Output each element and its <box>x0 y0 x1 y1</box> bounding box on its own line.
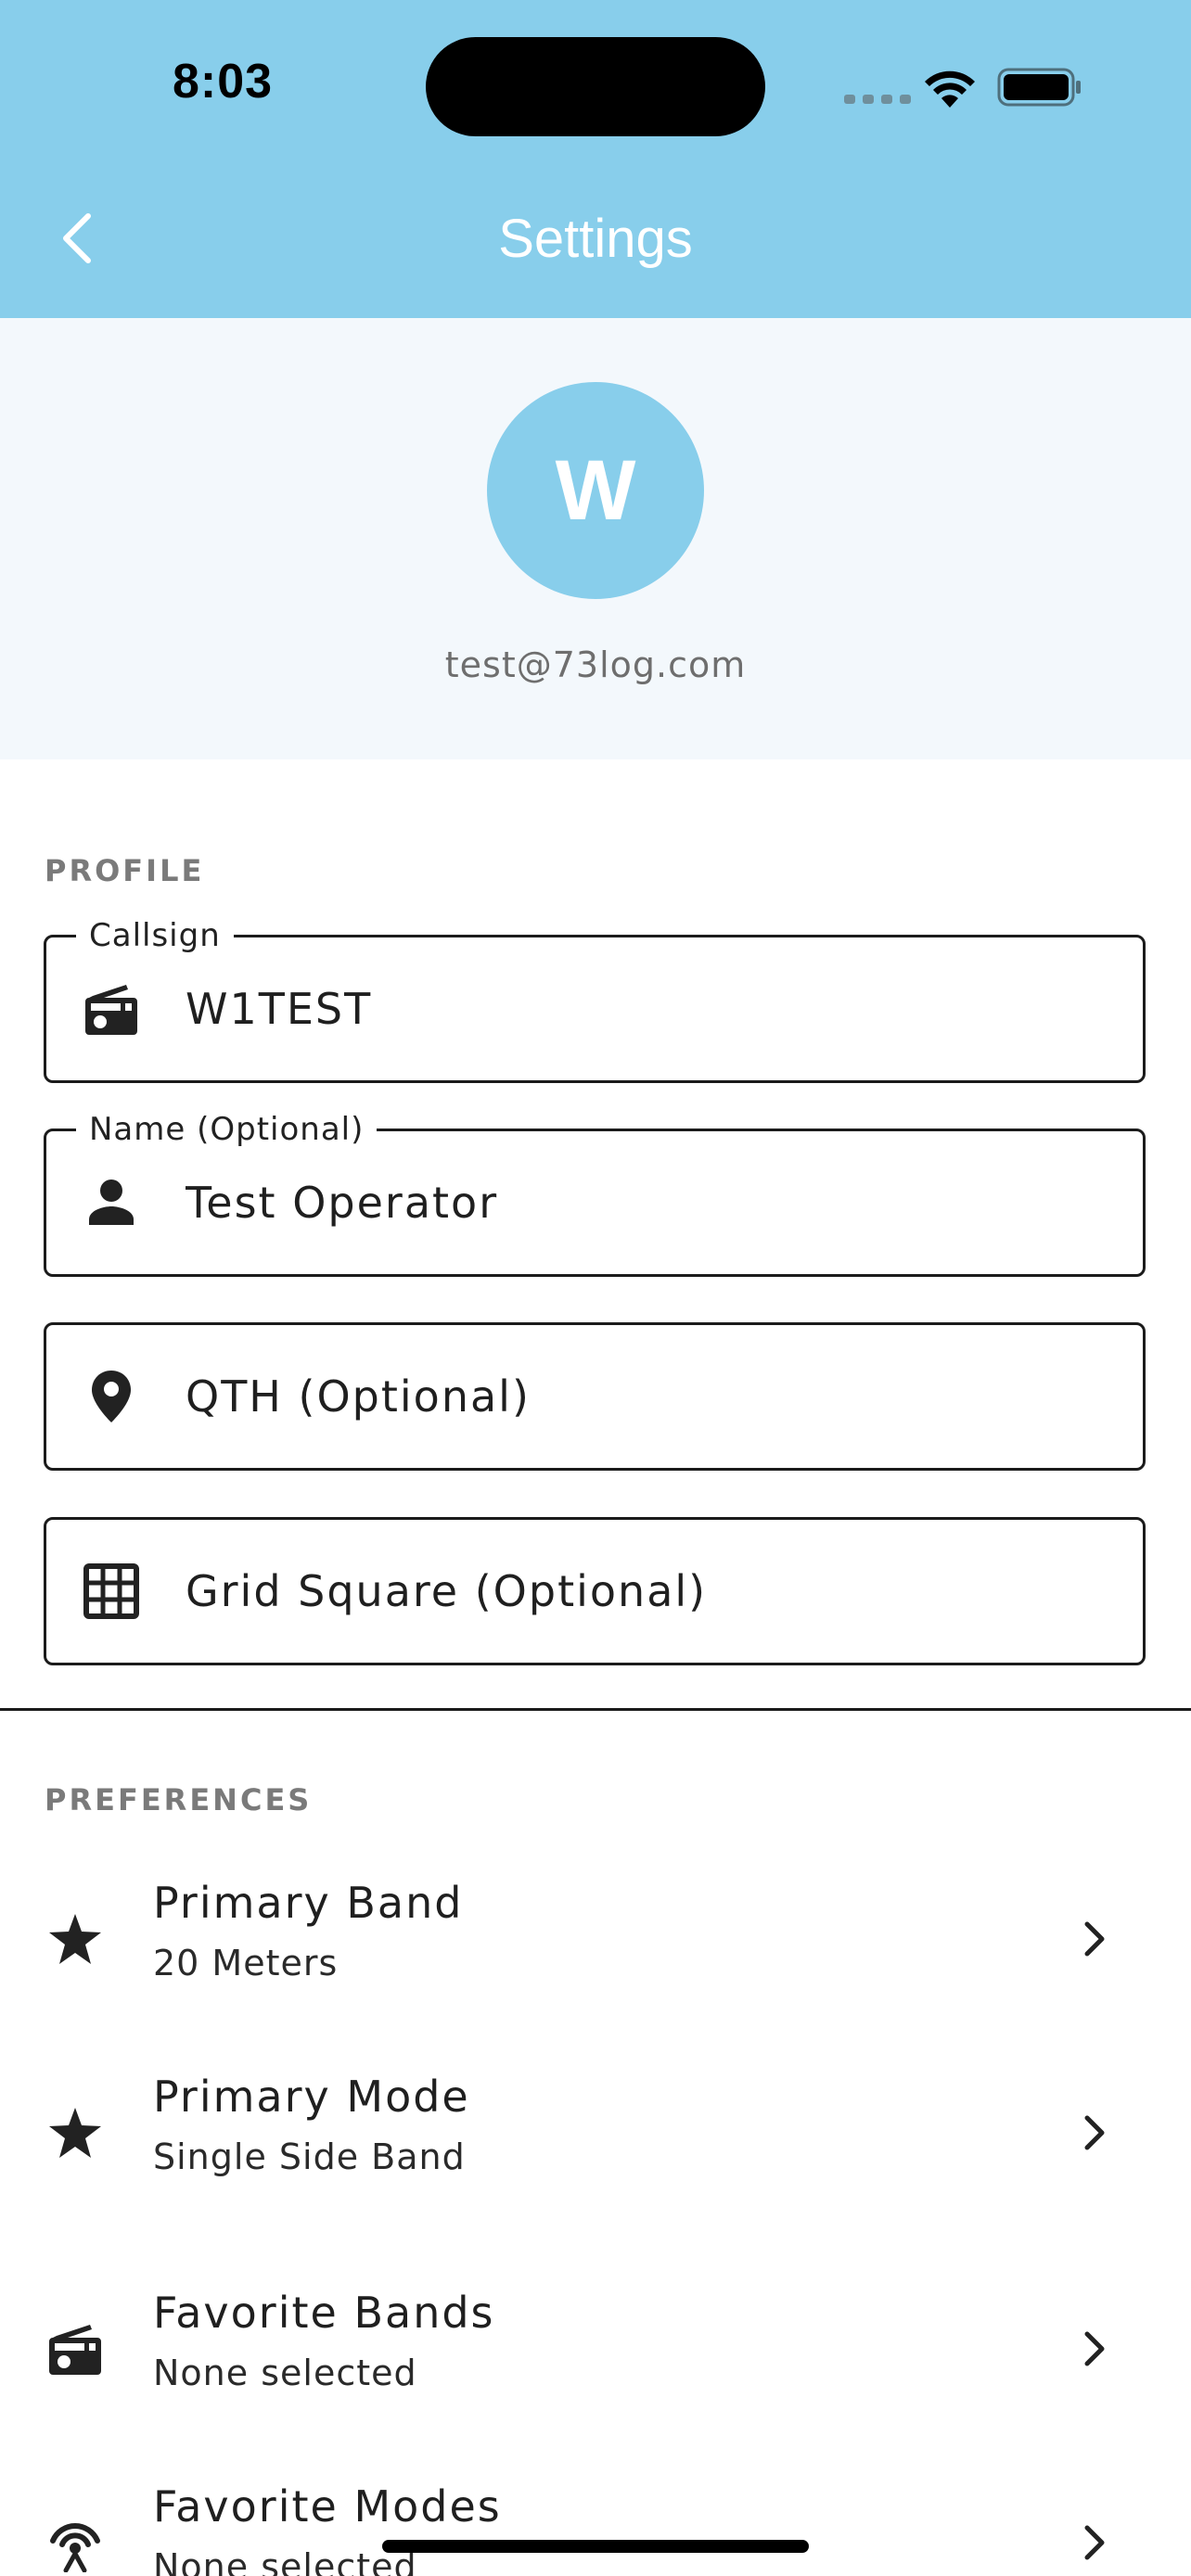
account-email: test@73log.com <box>444 644 747 685</box>
favorite-modes-title: Favorite Modes <box>153 2481 502 2531</box>
favorite-modes-value: None selected <box>153 2546 417 2576</box>
preferences-section-label: PREFERENCES <box>45 1782 313 1817</box>
section-divider <box>0 1708 1191 1711</box>
radio-icon <box>82 979 141 1039</box>
chevron-right-icon <box>1076 1911 1113 1967</box>
grid-square-field[interactable] <box>44 1517 1146 1665</box>
settings-screen: 8:03 Settings W test@73log.com PROFILE C… <box>0 0 1191 2576</box>
favorite-modes-item[interactable]: Favorite Modes None selected <box>0 2450 1191 2576</box>
home-indicator[interactable] <box>382 2540 809 2553</box>
star-icon <box>45 1908 106 1970</box>
profile-summary: W test@73log.com <box>0 318 1191 759</box>
primary-band-value: 20 Meters <box>153 1943 339 1983</box>
grid-icon <box>82 1562 141 1621</box>
status-bar-time: 8:03 <box>173 55 274 108</box>
location-pin-icon <box>82 1367 141 1426</box>
favorite-bands-title: Favorite Bands <box>153 2288 495 2338</box>
name-input[interactable] <box>186 1131 1113 1274</box>
primary-mode-title: Primary Mode <box>153 2072 470 2122</box>
app-header: 8:03 Settings <box>0 0 1191 318</box>
favorite-bands-value: None selected <box>153 2353 417 2393</box>
name-field[interactable]: Name (Optional) <box>44 1109 1146 1277</box>
chevron-right-icon <box>1076 2321 1113 2377</box>
cellular-signal-icon <box>844 95 911 104</box>
avatar: W <box>487 382 704 599</box>
primary-mode-value: Single Side Band <box>153 2136 466 2177</box>
favorite-bands-item[interactable]: Favorite Bands None selected <box>0 2256 1191 2442</box>
radio-icon <box>45 2318 106 2379</box>
avatar-initial: W <box>555 442 636 538</box>
battery-icon <box>997 68 1081 107</box>
primary-mode-item[interactable]: Primary Mode Single Side Band <box>0 2040 1191 2225</box>
chevron-right-icon <box>1076 2105 1113 2161</box>
callsign-input[interactable] <box>186 937 1113 1080</box>
primary-band-title: Primary Band <box>153 1878 464 1928</box>
person-icon <box>82 1173 141 1232</box>
star-icon <box>45 2102 106 2163</box>
callsign-field[interactable]: Callsign <box>44 915 1146 1083</box>
page-title: Settings <box>498 209 693 269</box>
dynamic-island <box>426 37 765 136</box>
antenna-icon <box>45 2512 106 2573</box>
grid-square-input[interactable] <box>186 1520 1113 1663</box>
primary-band-item[interactable]: Primary Band 20 Meters <box>0 1846 1191 2032</box>
wifi-icon <box>925 70 975 108</box>
profile-section-label: PROFILE <box>45 853 205 888</box>
chevron-right-icon <box>1076 2515 1113 2570</box>
qth-field[interactable] <box>44 1322 1146 1471</box>
qth-input[interactable] <box>186 1325 1113 1468</box>
